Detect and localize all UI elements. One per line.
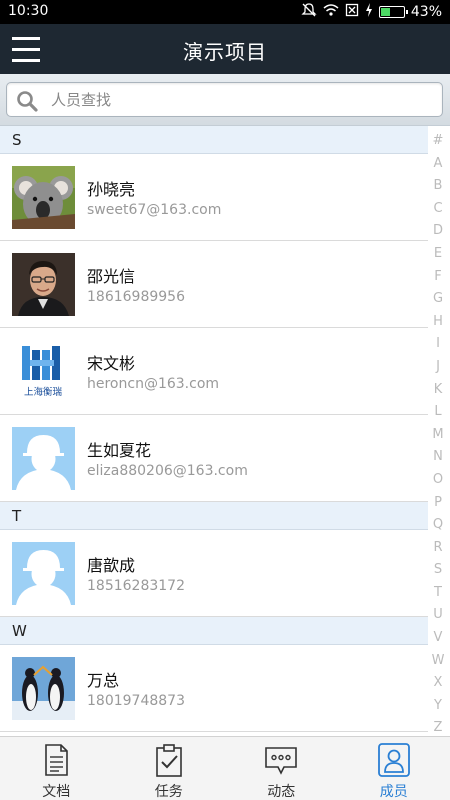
section-header: W bbox=[0, 617, 428, 645]
member-row[interactable]: 生如夏花 eliza880206@163.com bbox=[0, 415, 428, 502]
index-letter[interactable]: C bbox=[430, 198, 446, 221]
index-letter[interactable]: W bbox=[430, 650, 446, 673]
member-row[interactable]: 邵光信 18616989956 bbox=[0, 241, 428, 328]
search-icon bbox=[17, 91, 38, 112]
tab-label: 动态 bbox=[267, 784, 296, 800]
index-letter[interactable]: J bbox=[430, 356, 446, 379]
member-row[interactable]: 上海衡瑞 宋文彬 heroncn@163.com bbox=[0, 328, 428, 415]
bottom-tab-bar: 文档 任务 动态 成员 bbox=[0, 736, 450, 800]
index-letter[interactable]: U bbox=[430, 604, 446, 627]
index-letter[interactable]: L bbox=[430, 401, 446, 424]
member-contact: 18516283172 bbox=[87, 578, 185, 594]
index-letter[interactable]: V bbox=[430, 627, 446, 650]
index-letter[interactable]: N bbox=[430, 446, 446, 469]
index-letter[interactable]: O bbox=[430, 469, 446, 492]
company-logo: 上海衡瑞 bbox=[12, 340, 75, 403]
index-letter[interactable]: B bbox=[430, 175, 446, 198]
member-name: 唐歆成 bbox=[87, 556, 136, 575]
index-letter[interactable]: H bbox=[430, 311, 446, 334]
index-letter[interactable]: K bbox=[430, 379, 446, 402]
member-name: 孙晓亮 bbox=[87, 180, 136, 199]
member-row[interactable]: 孙晓亮 sweet67@163.com bbox=[0, 154, 428, 241]
member-contact: sweet67@163.com bbox=[87, 202, 222, 218]
logo-text: 上海衡瑞 bbox=[24, 386, 63, 398]
search-box[interactable] bbox=[6, 82, 443, 117]
section-header: S bbox=[0, 126, 428, 154]
alphabet-index[interactable]: # A B C D E F G H I J K L M N O P Q R S T U V W X Y Z bbox=[430, 130, 446, 740]
default-worker-avatar bbox=[12, 427, 75, 490]
status-time: 10:30 bbox=[8, 3, 49, 19]
index-letter[interactable]: M bbox=[430, 424, 446, 447]
battery-icon bbox=[378, 6, 408, 18]
index-letter[interactable]: P bbox=[430, 492, 446, 515]
man-portrait-photo bbox=[12, 253, 75, 316]
member-name: 万总 bbox=[87, 671, 120, 690]
app-bar: 演示项目 bbox=[0, 24, 450, 74]
tab-label: 文档 bbox=[42, 784, 71, 800]
member-row[interactable]: 万总 18019748873 bbox=[0, 645, 428, 732]
member-contact: eliza880206@163.com bbox=[87, 463, 248, 479]
document-icon bbox=[45, 744, 69, 776]
member-contact: 18019748873 bbox=[87, 693, 185, 709]
penguins-photo bbox=[12, 657, 75, 720]
tab-documents[interactable]: 文档 bbox=[0, 737, 113, 800]
member-contact: 18616989956 bbox=[87, 289, 185, 305]
member-name: 宋文彬 bbox=[87, 354, 136, 373]
index-letter[interactable]: T bbox=[430, 582, 446, 605]
person-icon bbox=[377, 743, 410, 777]
section-header: T bbox=[0, 502, 428, 530]
index-letter[interactable]: F bbox=[430, 266, 446, 289]
tab-tasks[interactable]: 任务 bbox=[113, 737, 226, 800]
index-letter[interactable]: I bbox=[430, 333, 446, 356]
page-title: 演示项目 bbox=[183, 40, 267, 64]
member-list: S 孙晓亮 sweet67@163.com 邵光信 18616989956 上海… bbox=[0, 126, 428, 732]
charging-icon bbox=[365, 3, 373, 21]
mute-icon bbox=[301, 3, 317, 21]
status-icons: 43% bbox=[301, 3, 442, 21]
index-letter[interactable]: # bbox=[430, 130, 446, 153]
member-contact: heroncn@163.com bbox=[87, 376, 220, 392]
wifi-icon bbox=[323, 3, 339, 21]
chat-bubble-icon bbox=[265, 747, 298, 775]
index-letter[interactable]: E bbox=[430, 243, 446, 266]
no-sim-icon bbox=[345, 3, 359, 21]
tab-label: 任务 bbox=[154, 784, 183, 800]
index-letter[interactable]: D bbox=[430, 220, 446, 243]
search-input[interactable] bbox=[51, 83, 431, 116]
member-name: 生如夏花 bbox=[87, 441, 152, 460]
search-bar bbox=[0, 74, 450, 126]
index-letter[interactable]: X bbox=[430, 672, 446, 695]
index-letter[interactable]: R bbox=[430, 537, 446, 560]
tab-members[interactable]: 成员 bbox=[338, 737, 450, 800]
tab-activity[interactable]: 动态 bbox=[225, 737, 338, 800]
member-row[interactable]: 唐歆成 18516283172 bbox=[0, 530, 428, 617]
status-bar: 10:30 43% bbox=[0, 0, 450, 24]
index-letter[interactable]: Y bbox=[430, 695, 446, 718]
tab-label: 成员 bbox=[379, 784, 408, 800]
clipboard-check-icon bbox=[155, 744, 182, 777]
index-letter[interactable]: G bbox=[430, 288, 446, 311]
battery-percent: 43% bbox=[410, 4, 442, 20]
index-letter[interactable]: A bbox=[430, 153, 446, 176]
battery-fill bbox=[380, 8, 390, 16]
index-letter[interactable]: S bbox=[430, 559, 446, 582]
default-worker-avatar bbox=[12, 542, 75, 605]
index-letter[interactable]: Q bbox=[430, 514, 446, 537]
member-name: 邵光信 bbox=[87, 267, 136, 286]
koala-photo bbox=[12, 166, 75, 229]
